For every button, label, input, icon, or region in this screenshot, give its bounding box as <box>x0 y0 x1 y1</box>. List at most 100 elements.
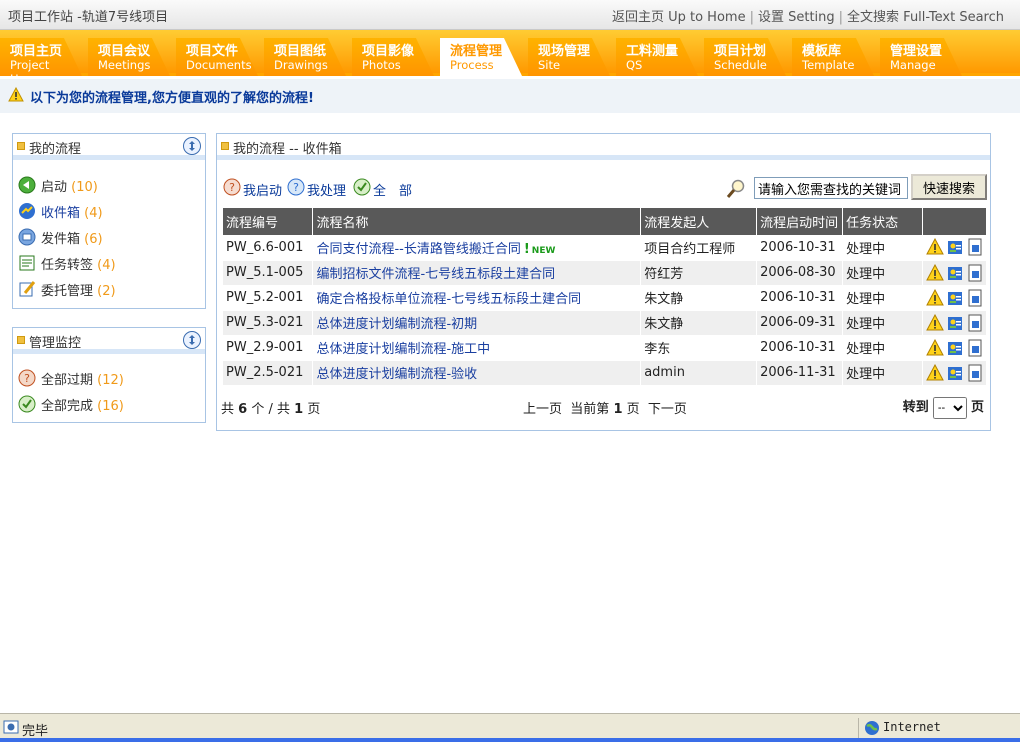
panel-title: 我的流程 -- 收件箱 <box>233 142 342 157</box>
row-actions <box>922 285 988 311</box>
alert-icon[interactable] <box>926 238 944 256</box>
filter-all-button[interactable]: 全 部 <box>353 178 412 200</box>
process-id: PW_6.6-001 <box>223 235 314 261</box>
count-badge: (12) <box>97 373 124 388</box>
column-header-actions <box>922 208 988 235</box>
sidebar-item-text: 启动 (10) <box>41 176 98 195</box>
tab-photos[interactable]: 项目影像 Photos <box>352 38 434 76</box>
tab-label-zh: 管理设置 <box>890 44 943 59</box>
process-initiator: 项目合约工程师 <box>640 235 758 261</box>
overdue-icon: ? <box>17 368 37 392</box>
fulltext-search-link[interactable]: 全文搜索 Full-Text Search <box>847 10 1004 25</box>
process-table: 流程编号 流程名称 流程发起人 流程启动时间 任务状态 PW_6.6-001 合同… <box>223 208 988 386</box>
process-name-cell: 合同支付流程--长清路管线搬迁合同! NEW <box>312 235 642 261</box>
user-card-icon[interactable] <box>946 314 964 332</box>
document-icon[interactable] <box>966 264 984 282</box>
magnifier-icon <box>725 178 747 204</box>
process-name-link[interactable]: 总体进度计划编制流程-验收 <box>316 367 477 382</box>
tab-schedule[interactable]: 项目计划 Schedule <box>704 38 786 76</box>
tab-site[interactable]: 现场管理 Site <box>528 38 610 76</box>
goto-page-select[interactable]: -- <box>932 397 967 419</box>
tab-label-zh: 流程管理 <box>450 44 503 59</box>
user-card-icon[interactable] <box>946 238 964 256</box>
alert-icon[interactable] <box>926 263 944 282</box>
start-icon <box>17 175 37 199</box>
filter-handled-button[interactable]: ? 我处理 <box>287 178 346 200</box>
alert-icon[interactable] <box>926 313 944 332</box>
outbox-icon <box>17 227 37 251</box>
panel-title: 管理监控 <box>29 336 82 351</box>
user-card-icon[interactable] <box>946 364 964 382</box>
collapse-toggle-icon[interactable] <box>183 137 201 155</box>
row-actions <box>922 360 988 386</box>
document-icon[interactable] <box>966 339 984 357</box>
process-start-date: 2006-11-31 <box>756 360 844 386</box>
management-monitor-panel: 管理监控 ? 全部过期 (12) 全部完成 (16) <box>12 327 206 423</box>
search-input[interactable] <box>754 177 908 199</box>
user-card-icon[interactable] <box>946 289 964 307</box>
tab-manage[interactable]: 管理设置 Manage <box>880 38 962 76</box>
table-header-row: 流程编号 流程名称 流程发起人 流程启动时间 任务状态 <box>223 208 988 235</box>
bullet-icon <box>221 142 229 150</box>
pager-text: 个 / 共 <box>251 402 290 417</box>
process-name-link[interactable]: 合同支付流程--长清路管线搬迁合同 <box>316 242 520 257</box>
process-name-cell: 编制招标文件流程-七号线五标段土建合同 <box>312 260 642 286</box>
process-name-link[interactable]: 总体进度计划编制流程-初期 <box>316 317 477 332</box>
completed-icon <box>17 394 37 418</box>
row-actions <box>922 310 988 336</box>
count-badge: (2) <box>97 284 116 299</box>
tab-label-zh: 项目计划 <box>714 44 767 59</box>
home-link[interactable]: 返回主页 Up to Home <box>612 10 746 25</box>
process-initiator: 朱文静 <box>640 285 758 311</box>
all-icon <box>353 178 371 200</box>
tab-label-en: Template <box>802 58 855 72</box>
tab-meetings[interactable]: 项目会议 Meetings <box>88 38 170 76</box>
tab-label-en: Meetings <box>98 58 151 72</box>
count-badge: (10) <box>71 180 98 195</box>
tab-qs[interactable]: 工料测量 QS <box>616 38 698 76</box>
prev-page-link[interactable]: 上一页 <box>523 402 562 417</box>
collapse-toggle-icon[interactable] <box>183 331 201 349</box>
user-card-icon[interactable] <box>946 264 964 282</box>
sidebar-item-text: 委托管理 (2) <box>41 280 116 299</box>
count-badge: (4) <box>84 206 103 221</box>
new-badge: NEW <box>531 245 556 256</box>
total-pages: 1 <box>294 402 304 417</box>
zone-label: Internet <box>883 720 941 734</box>
user-card-icon[interactable] <box>946 339 964 357</box>
divider: | <box>749 10 754 25</box>
process-name-link[interactable]: 编制招标文件流程-七号线五标段土建合同 <box>316 267 555 282</box>
quick-search-button[interactable]: 快速搜索 <box>911 174 987 200</box>
document-icon[interactable] <box>966 314 984 332</box>
filter-started-button[interactable]: ? 我启动 <box>223 178 282 200</box>
process-name-cell: 总体进度计划编制流程-验收 <box>312 360 642 386</box>
tab-documents[interactable]: 项目文件 Documents <box>176 38 258 76</box>
document-icon[interactable] <box>966 289 984 307</box>
tab-label-en: QS <box>626 58 643 72</box>
process-name-link[interactable]: 总体进度计划编制流程-施工中 <box>316 342 490 357</box>
process-status: 处理中 <box>842 335 923 361</box>
process-name-link[interactable]: 确定合格投标单位流程-七号线五标段土建合同 <box>316 292 581 307</box>
next-page-link[interactable]: 下一页 <box>648 402 687 417</box>
table-row: PW_5.3-021 总体进度计划编制流程-初期 朱文静 2006-09-31 处理中 <box>223 310 988 336</box>
process-status: 处理中 <box>842 310 923 336</box>
tab-process[interactable]: 流程管理 Process <box>440 38 522 76</box>
pager-text: 当前第 <box>570 402 610 417</box>
alert-icon[interactable] <box>926 363 944 382</box>
pager-text: 共 <box>221 402 235 417</box>
setting-link[interactable]: 设置 Setting <box>758 10 835 25</box>
tab-label-zh: 项目文件 <box>186 44 239 59</box>
tab-label-zh: 项目主页 <box>10 44 63 59</box>
pager-nav: 上一页 当前第 1 页 下一页 <box>523 398 687 417</box>
document-icon[interactable] <box>966 364 984 382</box>
tab-label-en: Schedule <box>714 58 767 72</box>
tab-project-home[interactable]: 项目主页Project Home <box>0 38 82 76</box>
alert-icon[interactable] <box>926 288 944 307</box>
process-start-date: 2006-08-30 <box>756 260 844 286</box>
goto-label: 转到 <box>902 400 929 415</box>
document-icon[interactable] <box>966 238 984 256</box>
tab-drawings[interactable]: 项目图纸 Drawings <box>264 38 346 76</box>
tab-template[interactable]: 模板库 Template <box>792 38 874 76</box>
alert-icon[interactable] <box>926 338 944 357</box>
sidebar-item-text: 全部完成 (16) <box>41 395 124 414</box>
